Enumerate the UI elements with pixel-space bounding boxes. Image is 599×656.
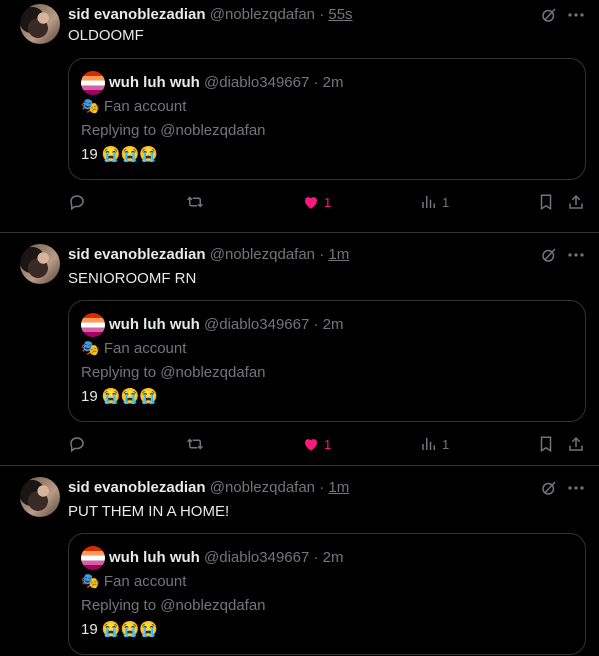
quote-author-name: wuh luh wuh [109, 74, 200, 91]
author-handle[interactable]: @noblezqdafan [210, 6, 315, 23]
like-icon [305, 439, 317, 451]
quote-header: wuh luh wuh @diablo349667 · 2m [109, 315, 344, 335]
quote-author-handle: @diablo349667 [204, 549, 310, 566]
views-count: 1 [442, 194, 450, 210]
retweet-button[interactable] [185, 432, 209, 456]
separator: · [319, 479, 325, 496]
author-name[interactable]: sid evanoblezadian [68, 479, 206, 496]
separator: · [313, 316, 319, 333]
quoted-tweet[interactable]: wuh luh wuh @diablo349667 · 2m 🎭 Fan acc… [68, 533, 586, 655]
share-button[interactable] [567, 190, 585, 214]
separator: · [313, 74, 319, 91]
quote-header: wuh luh wuh @diablo349667 · 2m [109, 548, 344, 568]
tweet-text: SENIOROOMF RN [68, 270, 197, 287]
reply-button[interactable] [68, 432, 90, 456]
views-icon [422, 196, 435, 208]
tweet-text: PUT THEM IN A HOME! [68, 503, 230, 520]
grok-icon[interactable] [539, 245, 559, 265]
fan-account-text: Fan account [103, 98, 187, 115]
tweet-header: sid evanoblezadian @noblezqdafan · 55s [68, 5, 519, 25]
replying-to: Replying to @noblezqdafan [81, 122, 266, 139]
avatar[interactable] [20, 477, 60, 517]
quote-avatar[interactable] [81, 313, 105, 337]
tweet[interactable]: sid evanoblezadian @noblezqdafan · 1m PU… [0, 466, 599, 656]
replying-to: Replying to @noblezqdafan [81, 597, 266, 614]
timestamp[interactable]: 55s [328, 6, 352, 23]
views-button[interactable]: 1 [420, 432, 449, 456]
more-icon[interactable] [566, 5, 586, 25]
avatar[interactable] [20, 4, 60, 44]
avatar[interactable] [20, 244, 60, 284]
timestamp[interactable]: 1m [328, 479, 349, 496]
bookmark-icon [540, 194, 552, 211]
fan-account-label: 🎭 Fan account [81, 572, 186, 592]
share-icon [569, 436, 583, 451]
fan-account-label: 🎭 Fan account [81, 339, 186, 359]
reply-icon [70, 195, 84, 211]
quoted-tweet[interactable]: wuh luh wuh @diablo349667 · 2m 🎭 Fan acc… [68, 58, 586, 180]
quote-avatar[interactable] [81, 546, 105, 570]
quote-timestamp: 2m [322, 74, 344, 91]
like-count: 1 [324, 436, 332, 452]
action-bar: 1 1 [0, 432, 599, 456]
fan-account-text: Fan account [103, 573, 187, 590]
tweet-header: sid evanoblezadian @noblezqdafan · 1m [68, 245, 519, 265]
quote-text: 19 😭😭😭 [81, 388, 158, 405]
fan-account-label: 🎭 Fan account [81, 97, 186, 117]
fan-account-icon: 🎭 [81, 98, 100, 115]
author-handle[interactable]: @noblezqdafan [210, 246, 315, 263]
grok-icon[interactable] [539, 5, 559, 25]
reply-button[interactable] [68, 190, 90, 214]
timeline-feed: sid evanoblezadian @noblezqdafan · 55s O… [0, 0, 599, 656]
more-icon[interactable] [566, 245, 586, 265]
like-button[interactable]: 1 [302, 432, 331, 456]
like-icon [305, 197, 317, 209]
tweet[interactable]: sid evanoblezadian @noblezqdafan · 1m SE… [0, 233, 599, 466]
author-handle[interactable]: @noblezqdafan [210, 479, 315, 496]
author-name[interactable]: sid evanoblezadian [68, 6, 206, 23]
share-icon [569, 194, 583, 209]
fan-account-text: Fan account [103, 340, 187, 357]
separator: · [319, 6, 325, 23]
more-icon[interactable] [566, 478, 586, 498]
bookmark-button[interactable] [537, 432, 555, 456]
quote-author-handle: @diablo349667 [204, 74, 310, 91]
action-bar: 1 1 [0, 190, 599, 214]
fan-account-icon: 🎭 [81, 340, 100, 357]
views-button[interactable]: 1 [420, 190, 449, 214]
separator: · [313, 549, 319, 566]
quote-text: 19 😭😭😭 [81, 621, 158, 638]
quote-author-name: wuh luh wuh [109, 549, 200, 566]
share-button[interactable] [567, 432, 585, 456]
quote-avatar[interactable] [81, 71, 105, 95]
timestamp[interactable]: 1m [328, 246, 349, 263]
like-count: 1 [324, 194, 332, 210]
grok-icon[interactable] [539, 478, 559, 498]
retweet-icon [186, 196, 204, 208]
views-icon [422, 438, 435, 450]
like-button[interactable]: 1 [302, 190, 331, 214]
replying-to: Replying to @noblezqdafan [81, 364, 266, 381]
tweet-header: sid evanoblezadian @noblezqdafan · 1m [68, 478, 519, 498]
retweet-icon [186, 438, 204, 450]
retweet-button[interactable] [185, 190, 209, 214]
quote-header: wuh luh wuh @diablo349667 · 2m [109, 73, 344, 93]
quoted-tweet[interactable]: wuh luh wuh @diablo349667 · 2m 🎭 Fan acc… [68, 300, 586, 422]
quote-author-handle: @diablo349667 [204, 316, 310, 333]
views-count: 1 [442, 436, 450, 452]
bookmark-button[interactable] [537, 190, 555, 214]
separator: · [319, 246, 325, 263]
author-name[interactable]: sid evanoblezadian [68, 246, 206, 263]
tweet[interactable]: sid evanoblezadian @noblezqdafan · 55s O… [0, 0, 599, 233]
quote-timestamp: 2m [322, 316, 344, 333]
fan-account-icon: 🎭 [81, 573, 100, 590]
quote-timestamp: 2m [322, 549, 344, 566]
reply-icon [70, 437, 84, 453]
quote-text: 19 😭😭😭 [81, 146, 158, 163]
quote-author-name: wuh luh wuh [109, 316, 200, 333]
bookmark-icon [540, 436, 552, 453]
tweet-text: OLDOOMF [68, 27, 144, 44]
